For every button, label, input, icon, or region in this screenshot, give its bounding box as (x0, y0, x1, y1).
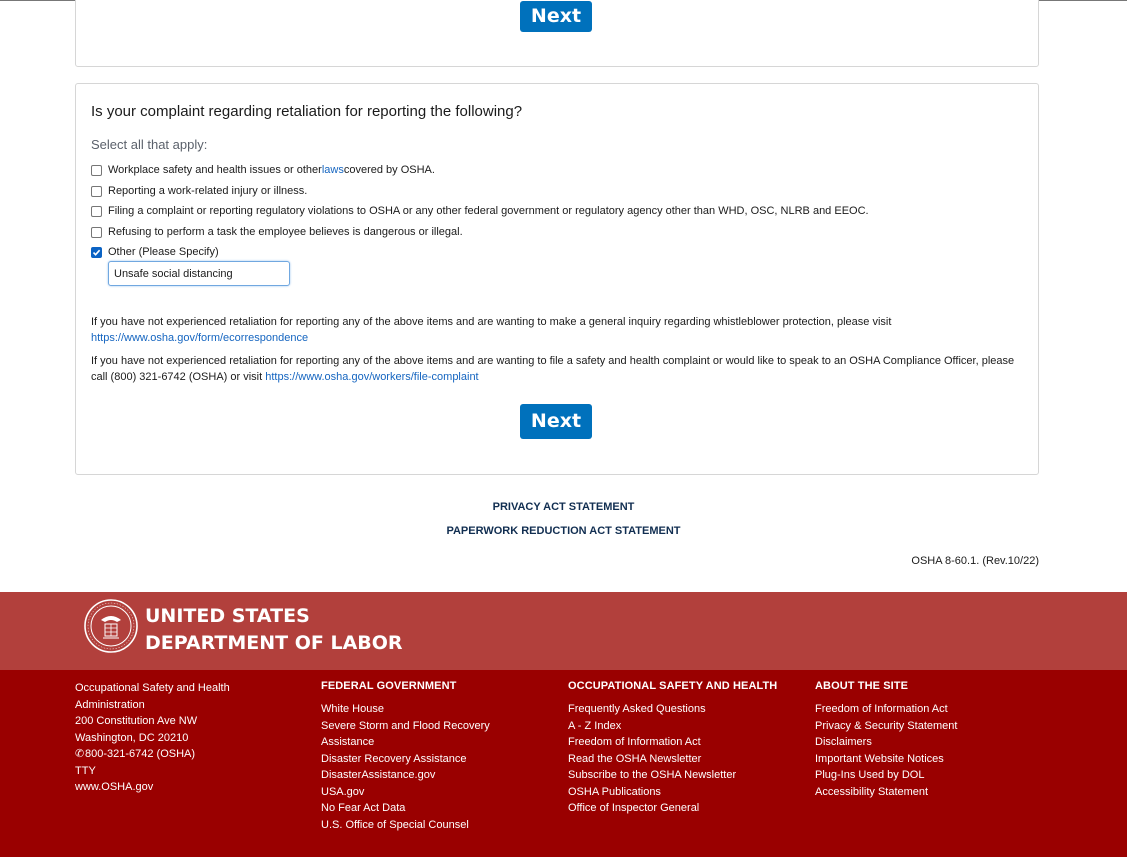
ecorrespondence-link[interactable]: https://www.osha.gov/form/ecorrespondenc… (91, 332, 308, 344)
info-text: If you have not experienced retaliation … (91, 355, 1015, 383)
checkbox-refusing-task[interactable] (91, 226, 102, 238)
footer-link-no-fear[interactable]: No Fear Act Data (321, 800, 541, 817)
option-refusing-task[interactable]: Refusing to perform a task the employee … (91, 225, 463, 239)
option-label: Filing a complaint or reporting regulato… (108, 205, 869, 217)
option-workplace-safety[interactable]: Workplace safety and health issues or ot… (91, 163, 435, 177)
next-button[interactable]: Next (520, 404, 592, 439)
footer-heading: ABOUT THE SITE (815, 680, 909, 692)
footer-osh: OCCUPATIONAL SAFETY AND HEALTH Frequentl… (568, 680, 808, 817)
footer-about: ABOUT THE SITE Freedom of Information Ac… (815, 680, 1055, 800)
paperwork-act-row: PAPERWORK REDUCTION ACT STATEMENT (0, 525, 1127, 537)
footer-federal-government: FEDERAL GOVERNMENT White House Severe St… (321, 680, 541, 833)
paperwork-reduction-link[interactable]: PAPERWORK REDUCTION ACT STATEMENT (446, 525, 680, 537)
retaliation-question-card: Is your complaint regarding retaliation … (75, 83, 1039, 475)
footer-link-accessibility[interactable]: Accessibility Statement (815, 784, 1055, 801)
footer-heading: OCCUPATIONAL SAFETY AND HEALTH (568, 680, 778, 692)
question-title: Is your complaint regarding retaliation … (91, 103, 523, 120)
dol-banner: UNITED STATES DEPARTMENT OF LABOR (0, 592, 1127, 670)
file-complaint-link[interactable]: https://www.osha.gov/workers/file-compla… (265, 371, 478, 383)
dol-name-line1: UNITED STATES (145, 605, 310, 627)
phone-line[interactable]: ✆800-321-6742 (OSHA) (75, 746, 255, 763)
footer-link-foia[interactable]: Freedom of Information Act (568, 734, 808, 751)
checkbox-filing-complaint[interactable] (91, 205, 102, 217)
tty-link[interactable]: TTY (75, 763, 255, 780)
option-label: Other (Please Specify) (108, 246, 219, 258)
footer-address: Occupational Safety and Health Administr… (75, 680, 255, 796)
footer-link-white-house[interactable]: White House (321, 701, 541, 718)
footer-link-az-index[interactable]: A - Z Index (568, 718, 808, 735)
footer-link-disclaimers[interactable]: Disclaimers (815, 734, 1055, 751)
dol-name[interactable]: UNITED STATES DEPARTMENT OF LABOR (145, 603, 403, 657)
next-button-top[interactable]: Next (520, 1, 592, 32)
site-footer: Occupational Safety and Health Administr… (0, 670, 1127, 857)
previous-question-card: Next (75, 0, 1039, 67)
footer-link-plugins[interactable]: Plug-Ins Used by DOL (815, 767, 1055, 784)
phone-number: 800-321-6742 (OSHA) (85, 748, 196, 760)
privacy-act-link[interactable]: PRIVACY ACT STATEMENT (493, 501, 635, 513)
footer-link-disaster-recovery[interactable]: Disaster Recovery Assistance (321, 751, 541, 768)
footer-link-faq[interactable]: Frequently Asked Questions (568, 701, 808, 718)
privacy-act-row: PRIVACY ACT STATEMENT (0, 501, 1127, 513)
checkbox-work-related-injury[interactable] (91, 185, 102, 197)
address-line: Occupational Safety and Health (75, 682, 230, 694)
option-other[interactable]: Other (Please Specify) (91, 245, 219, 259)
option-label-before: Workplace safety and health issues or ot… (108, 164, 322, 176)
address-line: 200 Constitution Ave NW (75, 715, 198, 727)
file-complaint-info: If you have not experienced retaliation … (91, 353, 1031, 385)
other-specify-input[interactable] (108, 261, 290, 286)
footer-link-inspector-general[interactable]: Office of Inspector General (568, 800, 808, 817)
footer-link-special-counsel[interactable]: U.S. Office of Special Counsel (321, 817, 541, 834)
footer-link-usa-gov[interactable]: USA.gov (321, 784, 541, 801)
address-line: Administration (75, 698, 145, 711)
laws-link[interactable]: laws (322, 164, 344, 176)
dol-name-line2: DEPARTMENT OF LABOR (145, 632, 403, 654)
option-label: Reporting a work-related injury or illne… (108, 185, 308, 197)
general-inquiry-info: If you have not experienced retaliation … (91, 314, 1031, 346)
checkmark-icon (92, 249, 101, 256)
footer-link-severe-storm[interactable]: Severe Storm and Flood Recovery (321, 718, 541, 735)
form-number: OSHA 8-60.1. (Rev.10/22) (911, 555, 1039, 567)
option-label-after: covered by OSHA. (343, 164, 435, 176)
checkbox-other[interactable] (91, 246, 102, 258)
footer-link-publications[interactable]: OSHA Publications (568, 784, 808, 801)
select-all-instruction: Select all that apply: (91, 137, 208, 152)
footer-heading: FEDERAL GOVERNMENT (321, 680, 457, 692)
footer-link-subscribe-newsletter[interactable]: Subscribe to the OSHA Newsletter (568, 767, 808, 784)
footer-link-privacy-security[interactable]: Privacy & Security Statement (815, 718, 1055, 735)
footer-link-foia-about[interactable]: Freedom of Information Act (815, 701, 1055, 718)
footer-link-read-newsletter[interactable]: Read the OSHA Newsletter (568, 751, 808, 768)
option-label: Refusing to perform a task the employee … (108, 226, 463, 238)
option-filing-complaint[interactable]: Filing a complaint or reporting regulato… (91, 204, 869, 218)
dol-seal-icon[interactable] (83, 598, 139, 654)
option-work-related-injury[interactable]: Reporting a work-related injury or illne… (91, 184, 307, 198)
footer-link-severe-storm-cont[interactable]: Assistance (321, 734, 541, 751)
address-line: Washington, DC 20210 (75, 731, 189, 744)
footer-link-disasterassistance[interactable]: DisasterAssistance.gov (321, 767, 541, 784)
phone-icon: ✆ (75, 748, 85, 760)
footer-link-website-notices[interactable]: Important Website Notices (815, 751, 1055, 768)
osha-website-link[interactable]: www.OSHA.gov (75, 779, 255, 796)
info-text: If you have not experienced retaliation … (91, 316, 892, 328)
checkbox-workplace-safety[interactable] (91, 164, 102, 176)
